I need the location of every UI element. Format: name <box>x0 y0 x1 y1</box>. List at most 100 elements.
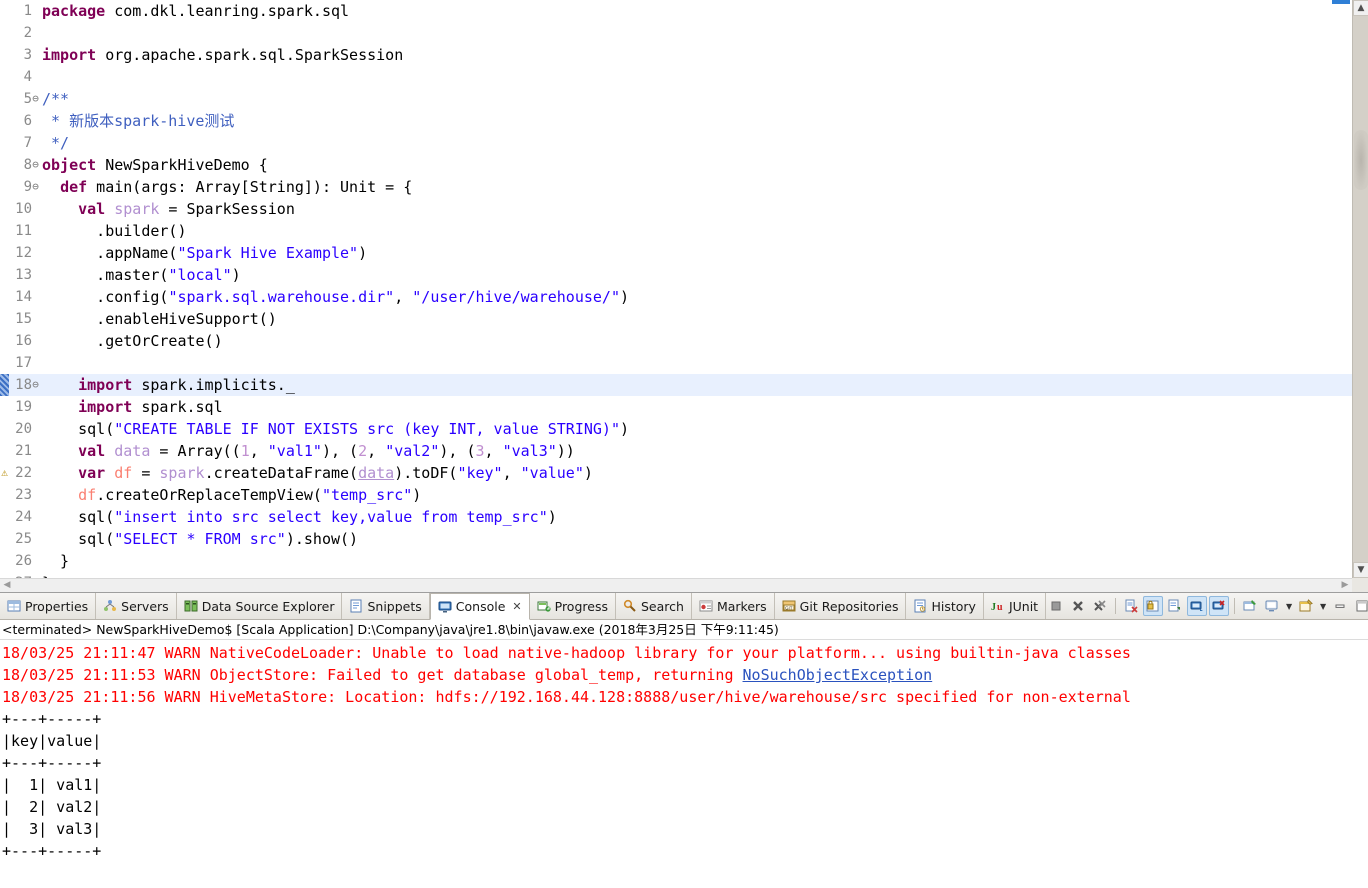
code-line[interactable]: 15 .enableHiveSupport() <box>0 308 1352 330</box>
code-line[interactable]: 14 .config("spark.sql.warehouse.dir", "/… <box>0 286 1352 308</box>
fold-toggle-icon[interactable]: ⊖ <box>30 176 41 198</box>
code-line[interactable]: 20 sql("CREATE TABLE IF NOT EXISTS src (… <box>0 418 1352 440</box>
code-text[interactable]: sql("SELECT * FROM src").show() <box>42 528 358 550</box>
editor-horizontal-scrollbar[interactable]: ◀ ▶ <box>0 578 1352 592</box>
exception-link[interactable]: NoSuchObjectException <box>743 666 933 684</box>
pin-console-button[interactable] <box>1240 596 1260 616</box>
code-line[interactable]: 13 .master("local") <box>0 264 1352 286</box>
code-line[interactable]: 23 df.createOrReplaceTempView("temp_src"… <box>0 484 1352 506</box>
code-text[interactable]: sql("CREATE TABLE IF NOT EXISTS src (key… <box>42 418 629 440</box>
show-console-on-out-button[interactable] <box>1187 596 1208 616</box>
code-line[interactable]: 4 <box>0 66 1352 88</box>
scroll-left-arrow-icon[interactable]: ◀ <box>0 579 14 592</box>
code-text[interactable]: .builder() <box>42 220 186 242</box>
code-text[interactable]: * 新版本spark-hive测试 <box>42 110 234 132</box>
code-line[interactable]: 24 sql("insert into src select key,value… <box>0 506 1352 528</box>
scroll-up-arrow-icon[interactable]: ▲ <box>1353 0 1368 16</box>
open-console-menu[interactable]: ▼ <box>1318 602 1328 611</box>
code-line[interactable]: 6 * 新版本spark-hive测试 <box>0 110 1352 132</box>
view-tab-bar[interactable]: Properties Servers Data Source Explorer Sni… <box>0 593 1368 620</box>
code-line[interactable]: 12 .appName("Spark Hive Example") <box>0 242 1352 264</box>
code-text[interactable]: .getOrCreate() <box>42 330 222 352</box>
code-text[interactable]: def main(args: Array[String]): Unit = { <box>42 176 412 198</box>
code-line[interactable]: 10 val spark = SparkSession <box>0 198 1352 220</box>
remove-launch-button[interactable] <box>1068 596 1088 616</box>
code-text[interactable]: val spark = SparkSession <box>42 198 295 220</box>
close-icon[interactable]: ✕ <box>512 600 521 613</box>
code-line[interactable]: 16 .getOrCreate() <box>0 330 1352 352</box>
code-line[interactable]: 7 */ <box>0 132 1352 154</box>
tab-search[interactable]: Search <box>616 593 692 619</box>
code-line[interactable]: 11 .builder() <box>0 220 1352 242</box>
code-text[interactable]: .enableHiveSupport() <box>42 308 277 330</box>
code-line[interactable]: 26 } <box>0 550 1352 572</box>
code-text[interactable]: } <box>42 550 69 572</box>
code-line[interactable]: 9 ⊖ def main(args: Array[String]): Unit =… <box>0 176 1352 198</box>
show-console-on-err-button[interactable] <box>1209 596 1230 616</box>
console-output-line: +---+-----+ <box>0 840 1368 862</box>
code-line[interactable]: 3 import org.apache.spark.sql.SparkSessio… <box>0 44 1352 66</box>
code-text[interactable]: df.createOrReplaceTempView("temp_src") <box>42 484 421 506</box>
code-line[interactable]: 18 ⊖ import spark.implicits._ <box>0 374 1352 396</box>
code-line[interactable]: 25 sql("SELECT * FROM src").show() <box>0 528 1352 550</box>
tab-markers[interactable]: Markers <box>692 593 775 619</box>
tab-properties[interactable]: Properties <box>0 593 97 619</box>
editor-vertical-scrollbar[interactable]: ▲ ▼ <box>1352 0 1368 578</box>
tab-data-source-explorer[interactable]: Data Source Explorer <box>177 593 343 619</box>
tab-console[interactable]: Console ✕ <box>429 593 530 620</box>
vertical-scroll-thumb[interactable] <box>1354 130 1368 190</box>
code-text[interactable]: import org.apache.spark.sql.SparkSession <box>42 44 403 66</box>
line-number: 12 <box>15 245 32 261</box>
code-text[interactable]: sql("insert into src select key,value fr… <box>42 506 557 528</box>
maximize-icon <box>1355 599 1368 613</box>
console-text: | 1| val1| <box>2 776 102 794</box>
code-text[interactable]: var df = spark.createDataFrame(data).toD… <box>42 462 593 484</box>
open-console-button[interactable] <box>1296 596 1316 616</box>
code-token: import <box>42 46 97 64</box>
code-line[interactable]: ⚠ 22 var df = spark.createDataFrame(data)… <box>0 462 1352 484</box>
code-text[interactable]: object NewSparkHiveDemo { <box>42 154 268 176</box>
code-text[interactable]: */ <box>42 132 69 154</box>
code-line[interactable]: 5 ⊖/** <box>0 88 1352 110</box>
code-editor-pane[interactable]: 1 package com.dkl.leanring.spark.sql 2 3 imp… <box>0 0 1368 592</box>
code-line[interactable]: 8 ⊖ object NewSparkHiveDemo { <box>0 154 1352 176</box>
remove-all-launches-button[interactable] <box>1090 596 1110 616</box>
tab-snippets[interactable]: Snippets <box>342 593 430 619</box>
fold-toggle-icon[interactable]: ⊖ <box>30 154 41 176</box>
code-text[interactable]: /** <box>42 88 69 110</box>
display-console-menu[interactable]: ▼ <box>1284 602 1294 611</box>
code-text[interactable]: val data = Array((1, "val1"), (2, "val2"… <box>42 440 575 462</box>
code-text[interactable]: .config("spark.sql.warehouse.dir", "/use… <box>42 286 629 308</box>
code-text[interactable]: .appName("Spark Hive Example") <box>42 242 367 264</box>
word-wrap-button[interactable] <box>1165 596 1185 616</box>
code-text[interactable]: import spark.implicits._ <box>42 374 295 396</box>
fold-toggle-icon[interactable]: ⊖ <box>30 88 41 110</box>
code-text[interactable]: import spark.sql <box>42 396 223 418</box>
line-number: 16 <box>15 333 32 349</box>
tab-servers[interactable]: Servers <box>96 593 177 619</box>
code-line[interactable]: 2 <box>0 22 1352 44</box>
scroll-down-arrow-icon[interactable]: ▼ <box>1353 562 1368 578</box>
minimize-button[interactable] <box>1330 596 1350 616</box>
tab-history[interactable]: History <box>906 593 984 619</box>
display-console-button[interactable] <box>1262 596 1282 616</box>
code-text[interactable]: .master("local") <box>42 264 241 286</box>
code-line[interactable]: 19 import spark.sql <box>0 396 1352 418</box>
code-lines-container[interactable]: 1 package com.dkl.leanring.spark.sql 2 3 imp… <box>0 0 1352 578</box>
clear-console-button[interactable] <box>1121 596 1141 616</box>
code-text[interactable]: package com.dkl.leanring.spark.sql <box>42 0 349 22</box>
tab-junit[interactable]: Ju JUnit <box>984 593 1047 619</box>
code-line[interactable]: 21 val data = Array((1, "val1"), (2, "va… <box>0 440 1352 462</box>
console-output-area[interactable]: 18/03/25 21:11:47 WARN NativeCodeLoader:… <box>0 640 1368 887</box>
code-line[interactable]: 1 package com.dkl.leanring.spark.sql <box>0 0 1352 22</box>
scroll-right-arrow-icon[interactable]: ▶ <box>1338 579 1352 592</box>
scroll-lock-button[interactable] <box>1143 596 1164 616</box>
fold-toggle-icon[interactable]: ⊖ <box>30 374 41 396</box>
maximize-button[interactable] <box>1352 596 1368 616</box>
tab-git-repositories[interactable]: GIT Git Repositories <box>775 593 907 619</box>
tab-progress[interactable]: Progress <box>530 593 616 619</box>
code-token: , <box>484 442 503 460</box>
code-line[interactable]: 17 <box>0 352 1352 374</box>
terminate-button[interactable] <box>1046 596 1066 616</box>
